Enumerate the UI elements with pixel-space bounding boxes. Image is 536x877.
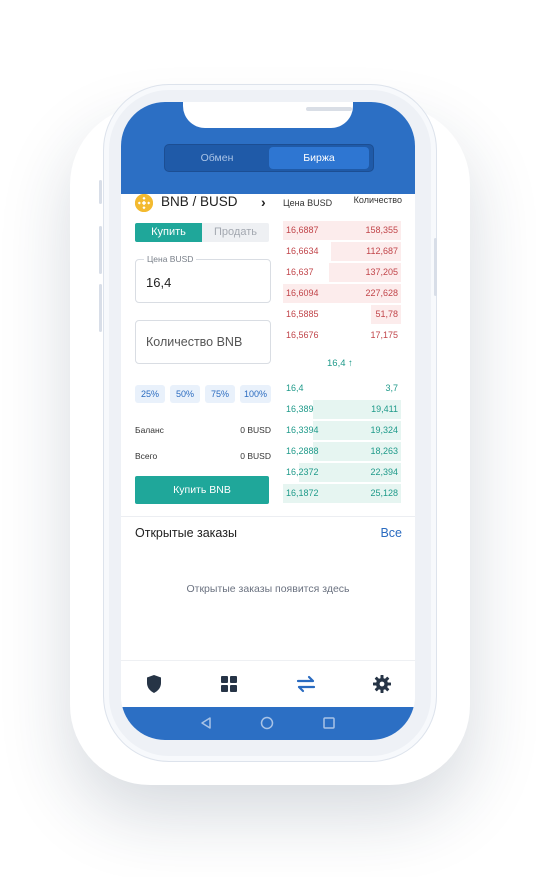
amount-field[interactable]: Количество BNB (135, 320, 271, 364)
exchange-arrows-icon[interactable] (295, 673, 317, 695)
grid-icon[interactable] (218, 673, 240, 695)
phone-screen: Обмен Биржа BNB / BUSD › Купить Продать … (121, 102, 415, 740)
mode-switch: Обмен Биржа (164, 144, 374, 172)
price-value: 16,4 (146, 275, 172, 290)
buy-bnb-button[interactable]: Купить BNB (135, 476, 269, 504)
ask-price: 16,5676 (286, 330, 319, 340)
ask-row[interactable]: 16,6094 227,628 (283, 284, 401, 303)
ask-qty: 158,355 (365, 225, 398, 235)
bid-qty: 3,7 (385, 383, 398, 393)
pair-label: BNB / BUSD (161, 194, 238, 209)
tab-exchange[interactable]: Обмен (167, 147, 267, 169)
ask-qty: 227,628 (365, 288, 398, 298)
all-orders-link[interactable]: Все (380, 526, 402, 540)
bid-row[interactable]: 16,2888 18,263 (283, 442, 401, 461)
ask-qty: 137,205 (365, 267, 398, 277)
percent-100-button[interactable]: 100% (240, 385, 271, 403)
tab-market[interactable]: Биржа (269, 147, 369, 169)
bid-price: 16,389 (286, 404, 314, 414)
ask-price: 16,6887 (286, 225, 319, 235)
ask-price: 16,637 (286, 267, 314, 277)
price-label: Цена BUSD (144, 254, 197, 264)
balance-value: 0 BUSD (240, 425, 271, 435)
notch (183, 102, 353, 128)
ask-row[interactable]: 16,6887 158,355 (283, 221, 401, 240)
binance-coin-icon (135, 194, 153, 212)
speaker (306, 107, 352, 111)
bid-price: 16,3394 (286, 425, 319, 435)
bid-price: 16,1872 (286, 488, 319, 498)
bid-row[interactable]: 16,2372 22,394 (283, 463, 401, 482)
ask-row[interactable]: 16,5885 51,78 (283, 305, 401, 324)
price-field[interactable]: Цена BUSD 16,4 (135, 254, 271, 303)
header-bar: Обмен Биржа (121, 102, 415, 194)
phone-side-button (99, 226, 102, 274)
last-price: 16,4 ↑ (327, 358, 353, 369)
ask-row[interactable]: 16,6634 112,687 (283, 242, 401, 261)
open-orders-empty-text: Открытые заказы появится здесь (186, 583, 350, 595)
bid-price: 16,2888 (286, 446, 319, 456)
orderbook-qty-header: Количество (353, 195, 402, 205)
ask-row[interactable]: 16,5676 17,175 (283, 326, 401, 345)
percent-25-button[interactable]: 25% (135, 385, 165, 403)
total-value: 0 BUSD (240, 451, 271, 461)
orderbook-price-header: Цена BUSD (283, 198, 333, 208)
amount-placeholder: Количество BNB (146, 335, 243, 349)
ask-qty: 17,175 (370, 330, 398, 340)
phone-side-button (434, 238, 437, 296)
bid-row[interactable]: 16,3394 19,324 (283, 421, 401, 440)
buy-tab[interactable]: Купить (135, 223, 202, 242)
ask-price: 16,5885 (286, 309, 319, 319)
bid-qty: 19,411 (371, 404, 398, 414)
back-triangle-icon[interactable] (199, 716, 213, 735)
sell-tab[interactable]: Продать (202, 223, 269, 242)
bid-row[interactable]: 16,1872 25,128 (283, 484, 401, 503)
section-divider (121, 516, 415, 517)
gear-icon[interactable] (371, 673, 393, 695)
percent-75-button[interactable]: 75% (205, 385, 235, 403)
chevron-right-icon[interactable]: › (261, 194, 266, 210)
bid-qty: 18,263 (370, 446, 398, 456)
percent-50-button[interactable]: 50% (170, 385, 200, 403)
pair-selector[interactable]: BNB / BUSD (135, 192, 275, 214)
phone-side-button (99, 284, 102, 332)
recents-square-icon[interactable] (322, 716, 336, 735)
ask-row[interactable]: 16,637 137,205 (283, 263, 401, 282)
total-label: Всего (135, 451, 158, 461)
phone-side-button (99, 180, 102, 204)
ask-price: 16,6094 (286, 288, 319, 298)
ask-qty: 51,78 (375, 309, 398, 319)
open-orders-title: Открытые заказы (135, 526, 237, 540)
bid-price: 16,4 (286, 383, 304, 393)
ask-qty: 112,687 (366, 246, 398, 256)
bottom-tab-bar (121, 660, 415, 707)
home-circle-icon[interactable] (260, 716, 274, 735)
bid-qty: 25,128 (370, 488, 398, 498)
bid-qty: 22,394 (370, 467, 398, 477)
shield-icon[interactable] (143, 673, 165, 695)
bid-row[interactable]: 16,389 19,411 (283, 400, 401, 419)
bid-row[interactable]: 16,4 3,7 (283, 379, 401, 398)
ask-price: 16,6634 (286, 246, 319, 256)
bid-price: 16,2372 (286, 467, 319, 477)
system-nav-bar (121, 707, 415, 740)
bid-qty: 19,324 (370, 425, 398, 435)
balance-label: Баланс (135, 425, 164, 435)
